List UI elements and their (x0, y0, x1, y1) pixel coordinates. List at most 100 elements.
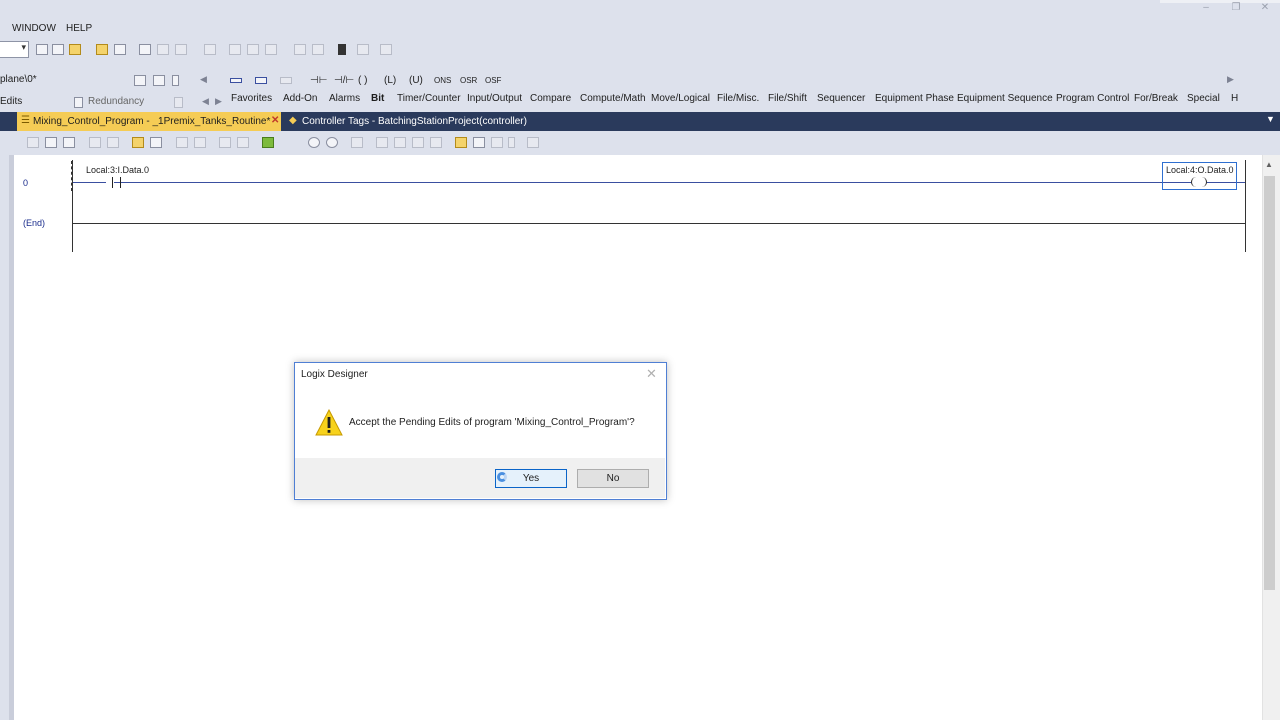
menu-window[interactable]: WINDOW (12, 23, 56, 34)
tab-alarms[interactable]: Alarms (329, 93, 360, 104)
tab-compute-math[interactable]: Compute/Math (580, 93, 646, 104)
bookmark-forward-icon[interactable] (310, 42, 324, 56)
save-icon[interactable] (173, 42, 187, 56)
ladder-tool-8-icon[interactable] (174, 135, 188, 149)
cancel-edits-icon[interactable] (148, 135, 162, 149)
branch-icon[interactable] (253, 73, 267, 87)
bookmark-clear-icon[interactable] (355, 42, 369, 56)
output-tag[interactable]: Local:4:O.Data.0 (1166, 165, 1234, 175)
xic-instruction[interactable]: ⊣⊢ (310, 75, 327, 86)
scrollbar-thumb[interactable] (1264, 176, 1275, 590)
verify-controller-icon[interactable] (112, 42, 126, 56)
ons-instruction[interactable]: ONS (434, 76, 451, 85)
minimize-icon[interactable]: – (1197, 2, 1215, 13)
palette-right-arrow-icon[interactable]: ▶ (1227, 74, 1234, 85)
ladder-tool-23-icon[interactable] (525, 135, 539, 149)
end-rung-label[interactable]: (End) (23, 218, 45, 228)
accept-edits-icon[interactable] (130, 135, 144, 149)
tab-sequencer[interactable]: Sequencer (817, 93, 865, 104)
io-forces-icon[interactable] (172, 95, 186, 109)
tab-file-misc[interactable]: File/Misc. (717, 93, 759, 104)
go-online-icon[interactable] (132, 73, 146, 87)
zoom-out-icon[interactable] (324, 135, 338, 149)
ladder-tool-18-icon[interactable] (428, 135, 442, 149)
tab-add-on[interactable]: Add-On (283, 93, 317, 104)
ladder-tool-15-icon[interactable] (374, 135, 388, 149)
ladder-tool-11-icon[interactable] (235, 135, 249, 149)
ote-coil-left[interactable] (1191, 177, 1199, 187)
ladder-tool-3-icon[interactable] (61, 135, 75, 149)
tab-move-logical[interactable]: Move/Logical (651, 93, 710, 104)
tab-for-break[interactable]: For/Break (1134, 93, 1178, 104)
dialog-title: Logix Designer (301, 369, 368, 380)
ladder-tool-19-icon[interactable] (453, 135, 467, 149)
tabs-left-arrow-icon[interactable]: ◀ (202, 96, 209, 107)
xio-instruction[interactable]: ⊣/⊢ (334, 75, 354, 86)
ladder-tool-21-icon[interactable] (489, 135, 503, 149)
ladder-tool-2-icon[interactable] (43, 135, 57, 149)
rung-number[interactable]: 0 (23, 178, 28, 188)
ladder-tool-5-icon[interactable] (105, 135, 119, 149)
dialog-close-icon[interactable]: ✕ (646, 366, 657, 382)
bookmark-icon[interactable] (336, 42, 350, 56)
scroll-up-icon[interactable]: ▲ (1265, 160, 1273, 169)
ladder-tool-4-icon[interactable] (87, 135, 101, 149)
osf-instruction[interactable]: OSF (485, 76, 501, 85)
open-icon[interactable] (155, 42, 169, 56)
wizard-icon[interactable] (378, 42, 392, 56)
tab-timer-counter[interactable]: Timer/Counter (397, 93, 461, 104)
osr-instruction[interactable]: OSR (460, 76, 477, 85)
bookmark-back-icon[interactable] (292, 42, 306, 56)
paste-icon[interactable] (245, 42, 259, 56)
tabs-right-arrow-icon[interactable]: ▶ (215, 96, 222, 107)
finalize-icon[interactable] (260, 135, 274, 149)
toolbar-dropdown[interactable]: ▾ (0, 41, 29, 58)
rung-icon[interactable] (228, 73, 242, 87)
xic-contact-right[interactable] (120, 177, 123, 188)
close-window-icon[interactable]: ✕ (1256, 2, 1274, 13)
otu-instruction[interactable]: (U) (409, 75, 423, 86)
menu-help[interactable]: HELP (66, 23, 92, 34)
ote-instruction[interactable]: ( ) (358, 75, 367, 86)
tab-bit[interactable]: Bit (371, 93, 384, 104)
tab-file-shift[interactable]: File/Shift (768, 93, 807, 104)
tab-equipment-phase[interactable]: Equipment Phase (875, 93, 954, 104)
ladder-tool-22-icon[interactable] (506, 135, 520, 149)
undo-icon[interactable] (34, 42, 48, 56)
zoom-in-icon[interactable] (306, 135, 320, 149)
ladder-tool-14-icon[interactable] (349, 135, 363, 149)
close-tab-icon[interactable]: ✕ (271, 115, 279, 126)
restore-icon[interactable]: ❐ (1227, 2, 1245, 13)
ladder-tool-10-icon[interactable] (217, 135, 231, 149)
tab-special[interactable]: Special (1187, 93, 1220, 104)
new-icon[interactable] (137, 42, 151, 56)
tab-equipment-sequence[interactable]: Equipment Sequence (957, 93, 1053, 104)
tab-h[interactable]: H (1231, 93, 1238, 104)
rung-wire (73, 182, 1245, 183)
ladder-tool-1-icon[interactable] (25, 135, 39, 149)
palette-left-arrow-icon[interactable]: ◀ (200, 74, 207, 85)
network-icon[interactable] (151, 73, 165, 87)
delete-icon[interactable] (263, 42, 277, 56)
no-button[interactable]: No (577, 469, 649, 488)
verify-icon[interactable] (94, 42, 108, 56)
tab-program-control[interactable]: Program Control (1056, 93, 1129, 104)
battery-icon[interactable] (170, 73, 184, 87)
tab-controller-tags[interactable]: Controller Tags - BatchingStationProject… (302, 116, 527, 127)
input-tag[interactable]: Local:3:I.Data.0 (86, 165, 149, 175)
tab-compare[interactable]: Compare (530, 93, 571, 104)
redo-icon[interactable] (50, 42, 64, 56)
branch-level-icon[interactable] (278, 73, 292, 87)
tab-favorites[interactable]: Favorites (231, 93, 272, 104)
find-icon[interactable] (67, 42, 81, 56)
copy-icon[interactable] (227, 42, 241, 56)
cut-icon[interactable] (202, 42, 216, 56)
otl-instruction[interactable]: (L) (384, 75, 396, 86)
tab-list-dropdown-icon[interactable]: ▼ (1266, 114, 1275, 124)
ladder-tool-9-icon[interactable] (192, 135, 206, 149)
xic-contact-left[interactable] (110, 177, 113, 188)
tab-input-output[interactable]: Input/Output (467, 93, 522, 104)
ladder-tool-17-icon[interactable] (410, 135, 424, 149)
ladder-tool-16-icon[interactable] (392, 135, 406, 149)
ladder-tool-20-icon[interactable] (471, 135, 485, 149)
